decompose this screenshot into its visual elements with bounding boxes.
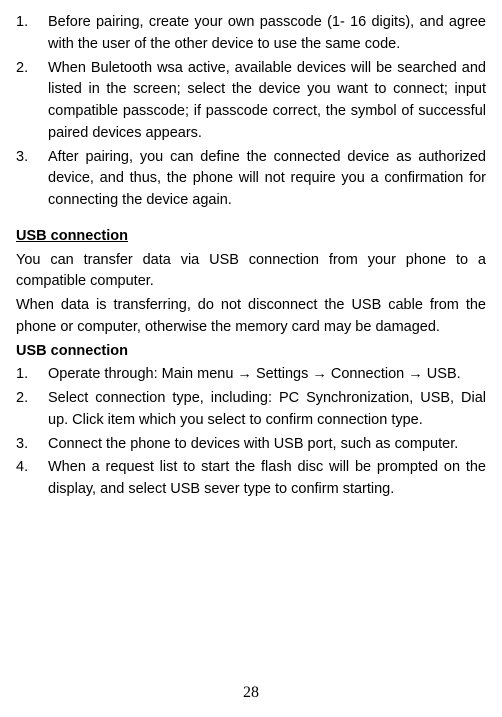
pairing-steps-list: 1. Before pairing, create your own passc… xyxy=(16,12,486,212)
page-content: 1. Before pairing, create your own passc… xyxy=(16,12,486,501)
usb-connection-heading: USB connection xyxy=(16,226,486,248)
list-item: 3. Connect the phone to devices with USB… xyxy=(16,434,486,456)
list-item: 1. Before pairing, create your own passc… xyxy=(16,12,486,56)
list-item: 4. When a request list to start the flas… xyxy=(16,457,486,501)
list-item: 3. After pairing, you can define the con… xyxy=(16,147,486,212)
usb-connection-subheading: USB connection xyxy=(16,341,486,363)
list-number: 1. xyxy=(16,12,48,56)
list-text: After pairing, you can define the connec… xyxy=(48,147,486,212)
usb-paragraph-2: When data is transferring, do not discon… xyxy=(16,295,486,339)
list-text: Select connection type, including: PC Sy… xyxy=(48,388,486,432)
list-item: 2. When Buletooth wsa active, available … xyxy=(16,58,486,145)
list-text: Operate through: Main menu → Settings → … xyxy=(48,364,486,386)
list-item: 1. Operate through: Main menu → Settings… xyxy=(16,364,486,386)
list-text: Connect the phone to devices with USB po… xyxy=(48,434,486,456)
list-text: When Buletooth wsa active, available dev… xyxy=(48,58,486,145)
list-text: When a request list to start the flash d… xyxy=(48,457,486,501)
usb-paragraph-1: You can transfer data via USB connection… xyxy=(16,250,486,294)
list-number: 3. xyxy=(16,147,48,212)
list-number: 4. xyxy=(16,457,48,501)
list-number: 2. xyxy=(16,388,48,432)
list-text: Before pairing, create your own passcode… xyxy=(48,12,486,56)
page-number: 28 xyxy=(0,681,502,705)
list-number: 1. xyxy=(16,364,48,386)
list-number: 3. xyxy=(16,434,48,456)
usb-steps-list: 1. Operate through: Main menu → Settings… xyxy=(16,364,486,501)
list-item: 2. Select connection type, including: PC… xyxy=(16,388,486,432)
list-number: 2. xyxy=(16,58,48,145)
